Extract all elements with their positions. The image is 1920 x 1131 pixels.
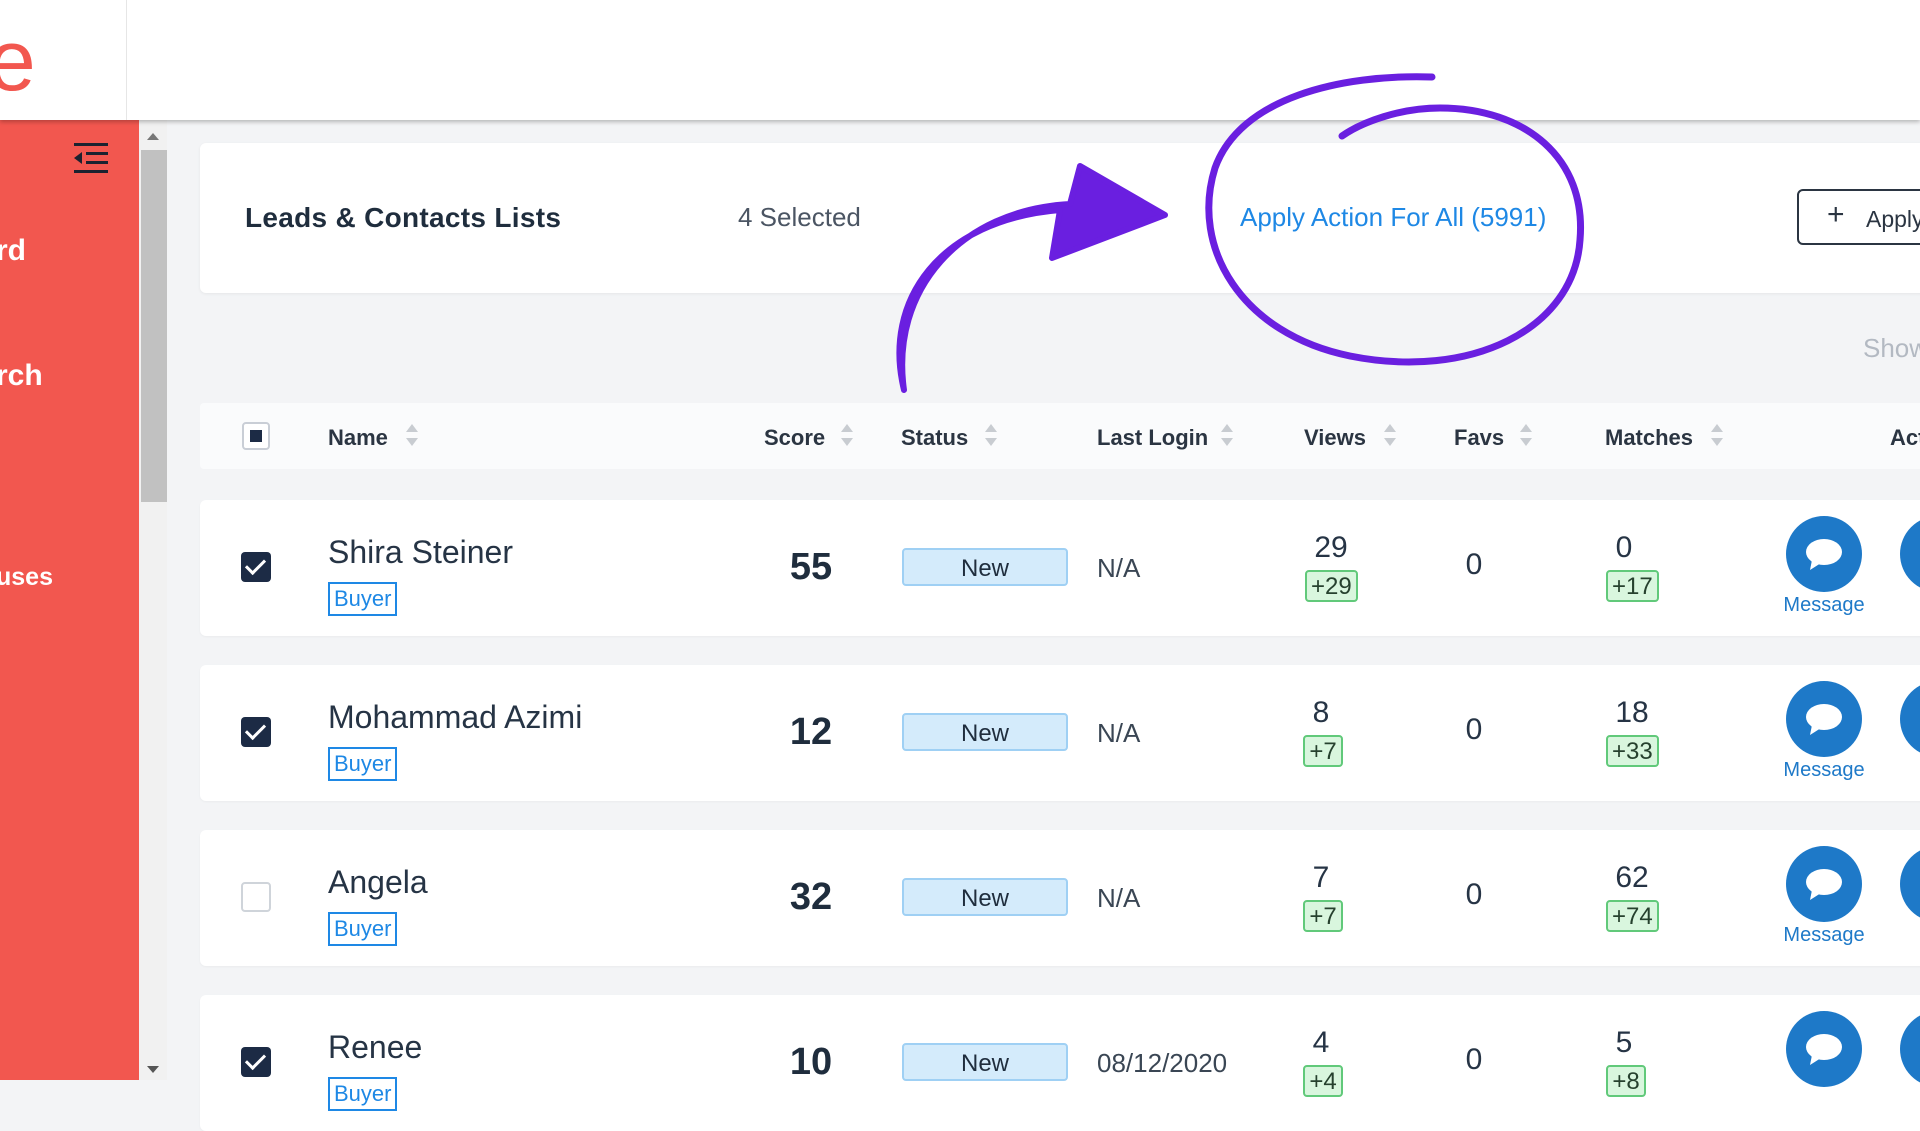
views-value: 4 — [1312, 1026, 1330, 1059]
status-badge[interactable]: New — [902, 548, 1068, 586]
message-button[interactable] — [1786, 516, 1862, 592]
column-header-views[interactable]: Views — [1304, 425, 1366, 451]
sort-icon[interactable] — [841, 424, 853, 450]
plus-icon: + — [1827, 198, 1845, 231]
views-delta-badge: +7 — [1303, 735, 1343, 767]
score-value: 32 — [789, 876, 833, 918]
message-label[interactable]: Message — [1764, 594, 1884, 617]
apply-button-label: Apply — [1866, 206, 1920, 232]
views-delta-badge: +29 — [1305, 570, 1358, 602]
scroll-up-arrow[interactable] — [147, 133, 159, 140]
contact-name[interactable]: Renee — [328, 1029, 422, 1066]
message-button[interactable] — [1786, 681, 1862, 757]
matches-delta-badge: +74 — [1606, 900, 1659, 932]
views-value: 8 — [1312, 696, 1330, 729]
matches-delta-badge: +8 — [1606, 1065, 1646, 1097]
views-delta-badge: +7 — [1303, 900, 1343, 932]
contact-name[interactable]: Angela — [328, 864, 428, 901]
chat-bubble-icon — [1806, 1034, 1842, 1065]
sort-icon[interactable] — [1520, 424, 1532, 450]
views-value: 7 — [1312, 861, 1330, 894]
chat-bubble-icon — [1806, 704, 1842, 735]
sort-icon[interactable] — [1221, 424, 1233, 450]
sort-icon[interactable] — [985, 424, 997, 450]
message-label[interactable]: Message — [1764, 924, 1884, 947]
sidebar-item-search[interactable]: rch — [0, 359, 43, 393]
message-button[interactable] — [1786, 1011, 1862, 1087]
last-login-value: N/A — [1097, 553, 1141, 583]
matches-value: 62 — [1615, 861, 1649, 894]
column-header-matches[interactable]: Matches — [1605, 425, 1693, 451]
favs-value: 0 — [1465, 878, 1483, 911]
sidebar-item-dashboard[interactable]: rd — [0, 234, 26, 268]
views-value: 29 — [1314, 531, 1348, 564]
selected-count: 4 Selected — [738, 202, 861, 232]
favs-value: 0 — [1465, 548, 1483, 581]
column-header-status[interactable]: Status — [901, 425, 968, 451]
sort-icon[interactable] — [406, 424, 418, 450]
column-header-score[interactable]: Score — [764, 425, 825, 451]
score-value: 10 — [789, 1041, 833, 1083]
apply-action-for-all-link[interactable]: Apply Action For All (5991) — [1240, 202, 1546, 233]
column-header-actions: Act — [1890, 425, 1920, 450]
matches-value: 18 — [1615, 696, 1649, 729]
matches-delta-badge: +33 — [1606, 735, 1659, 767]
page-title: Leads & Contacts Lists — [245, 202, 562, 233]
message-label[interactable]: Message — [1764, 759, 1884, 782]
last-login-value: N/A — [1097, 718, 1141, 748]
buyer-tag: Buyer — [328, 912, 398, 946]
row-checkbox[interactable] — [241, 717, 271, 747]
matches-value: 0 — [1615, 531, 1633, 564]
sort-icon[interactable] — [1384, 424, 1396, 450]
sidebar: rd rch uses — [0, 120, 139, 1080]
column-header-last-login[interactable]: Last Login — [1097, 425, 1208, 451]
scroll-down-arrow[interactable] — [147, 1066, 159, 1073]
status-badge[interactable]: New — [902, 1043, 1068, 1081]
status-badge[interactable]: New — [902, 878, 1068, 916]
buyer-tag: Buyer — [328, 1077, 398, 1111]
top-bar: te — [0, 0, 1920, 120]
matches-delta-badge: +17 — [1606, 570, 1659, 602]
chat-bubble-icon — [1806, 869, 1842, 900]
sidebar-item-houses[interactable]: uses — [0, 563, 53, 592]
last-login-value: N/A — [1097, 883, 1141, 913]
apply-button[interactable]: + Apply — [1797, 189, 1920, 245]
row-checkbox[interactable] — [241, 552, 271, 582]
chat-bubble-icon — [1806, 539, 1842, 570]
views-delta-badge: +4 — [1303, 1065, 1343, 1097]
matches-value: 5 — [1615, 1026, 1633, 1059]
logo[interactable]: te — [0, 0, 127, 120]
select-all-checkbox[interactable] — [242, 422, 270, 450]
column-header-name[interactable]: Name — [328, 425, 388, 451]
contact-name[interactable]: Shira Steiner — [328, 534, 513, 571]
score-value: 55 — [789, 546, 833, 588]
message-button[interactable] — [1786, 846, 1862, 922]
row-checkbox[interactable] — [241, 882, 271, 912]
sort-icon[interactable] — [1711, 424, 1723, 450]
buyer-tag: Buyer — [328, 582, 398, 616]
row-checkbox[interactable] — [241, 1047, 271, 1077]
score-value: 12 — [789, 711, 833, 753]
buyer-tag: Buyer — [328, 747, 398, 781]
last-login-value: 08/12/2020 — [1097, 1048, 1228, 1078]
favs-value: 0 — [1465, 713, 1483, 746]
favs-value: 0 — [1465, 1043, 1483, 1076]
contact-name[interactable]: Mohammad Azimi — [328, 699, 582, 736]
scrollbar-thumb[interactable] — [141, 150, 167, 502]
show-label: Show — [1863, 333, 1920, 363]
logo-text: te — [0, 12, 36, 111]
column-header-favs[interactable]: Favs — [1454, 425, 1504, 451]
status-badge[interactable]: New — [902, 713, 1068, 751]
menu-collapse-icon[interactable] — [72, 140, 112, 176]
